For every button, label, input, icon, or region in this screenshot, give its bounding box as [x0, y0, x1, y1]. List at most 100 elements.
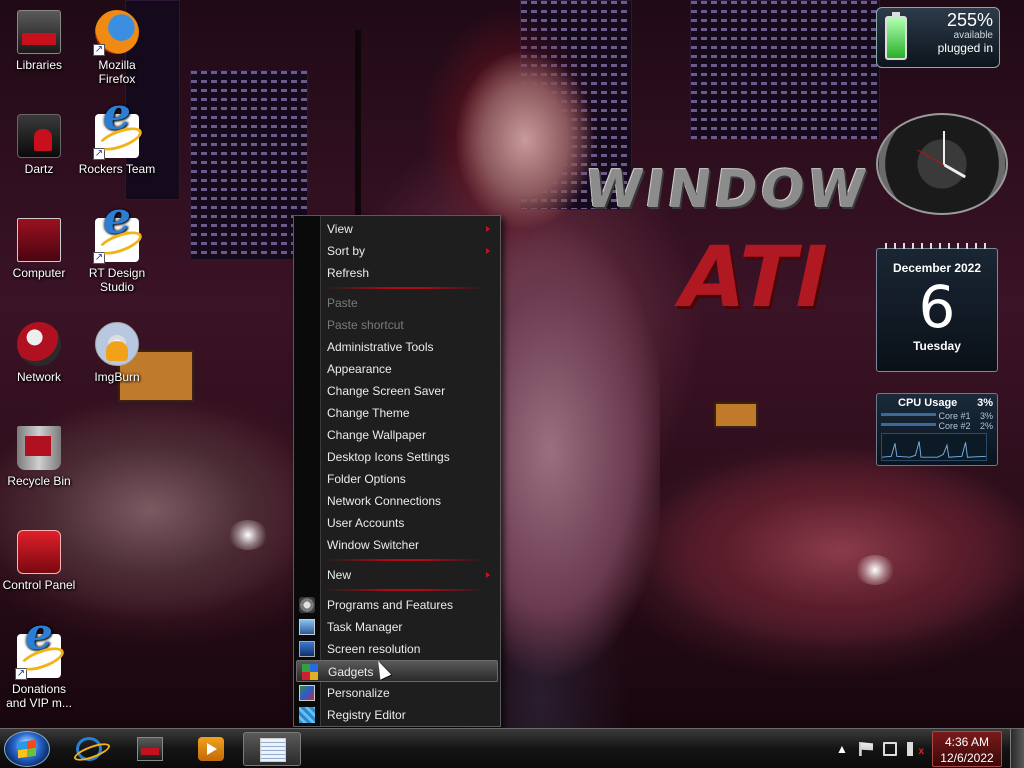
desktop-icon-network[interactable]: Network	[0, 322, 78, 384]
car-shape	[640, 440, 1024, 660]
recycle-bin-icon	[17, 426, 61, 470]
battery-status-plugged: plugged in	[937, 41, 993, 55]
desktop-icon-control-panel[interactable]: Control Panel	[0, 530, 78, 592]
menu-item-new[interactable]: New	[294, 564, 500, 586]
menu-item-task-manager[interactable]: Task Manager	[294, 616, 500, 638]
desktop-icon-firefox[interactable]: ↗ Mozilla Firefox	[78, 10, 156, 86]
network-icon	[17, 322, 61, 366]
desktop-icon-label: Libraries	[15, 58, 63, 72]
desktop-icon-rockers-team[interactable]: ↗ Rockers Team	[78, 108, 156, 176]
firefox-icon: ↗	[93, 10, 139, 56]
menu-item-view[interactable]: View	[294, 218, 500, 240]
desktop-icon-label: Network	[16, 370, 61, 384]
clock-minute-hand	[943, 131, 945, 165]
internet-explorer-icon: ↗	[93, 108, 139, 160]
libraries-icon	[137, 737, 163, 761]
submenu-arrow-icon	[486, 226, 490, 232]
desktop-icon-label: Donations and VIP m...	[6, 682, 72, 710]
start-button[interactable]	[4, 731, 50, 767]
wallpaper-logo-text: WINDOW	[580, 160, 873, 220]
cpu-usage-gadget[interactable]: CPU Usage 3% Core #1 3% Core #2 2%	[876, 393, 998, 466]
show-desktop-button[interactable]	[1010, 729, 1024, 768]
menu-item-label: New	[327, 568, 352, 582]
desktop-icon-label: Recycle Bin	[7, 474, 71, 488]
task-manager-icon	[299, 619, 315, 635]
menu-item-label: Registry Editor	[327, 708, 406, 722]
menu-item-label: Appearance	[327, 362, 392, 376]
desktop-icon-dartz[interactable]: Dartz	[0, 114, 78, 176]
menu-item-paste-shortcut: Paste shortcut	[294, 314, 500, 336]
dartz-icon	[17, 114, 61, 158]
desktop-icon-label: Mozilla Firefox	[98, 58, 136, 86]
desktop-icon-donations[interactable]: ↗ Donations and VIP m...	[0, 628, 78, 710]
taskbar-button-media-player[interactable]	[182, 732, 240, 766]
menu-item-refresh[interactable]: Refresh	[294, 262, 500, 284]
menu-item-appearance[interactable]: Appearance	[294, 358, 500, 380]
desktop-icon-libraries[interactable]: Libraries	[0, 10, 78, 72]
menu-item-label: User Accounts	[327, 516, 405, 530]
menu-item-label: Paste	[327, 296, 358, 310]
cpu-usage-header: CPU Usage 3%	[880, 397, 993, 409]
menu-item-desktop-icons-settings[interactable]: Desktop Icons Settings	[294, 446, 500, 468]
cpu-core1-label: Core #1	[938, 411, 971, 421]
menu-item-label: Paste shortcut	[327, 318, 404, 332]
taskbar-button-internet-explorer[interactable]	[60, 732, 118, 766]
internet-explorer-icon: ↗	[93, 212, 139, 264]
desktop-icon-label: ImgBurn	[94, 370, 140, 384]
menu-item-sort-by[interactable]: Sort by	[294, 240, 500, 262]
battery-gadget[interactable]: 255% available plugged in	[876, 7, 1000, 68]
desktop-icon-label: Dartz	[24, 162, 54, 176]
menu-item-programs-and-features[interactable]: Programs and Features	[294, 594, 500, 616]
menu-item-label: Administrative Tools	[327, 340, 434, 354]
taskbar-button-notepad[interactable]	[243, 732, 301, 766]
media-player-icon	[198, 737, 224, 761]
battery-icon	[885, 12, 907, 60]
menu-item-user-accounts[interactable]: User Accounts	[294, 512, 500, 534]
menu-item-gadgets[interactable]: Gadgets	[296, 660, 498, 682]
programs-features-icon	[299, 597, 315, 613]
desktop-context-menu: View Sort by Refresh Paste Paste shortcu…	[293, 215, 501, 727]
menu-item-folder-options[interactable]: Folder Options	[294, 468, 500, 490]
menu-item-registry-editor[interactable]: Registry Editor	[294, 704, 500, 726]
desktop-icon-computer[interactable]: Computer	[0, 218, 78, 280]
headlight-shape	[855, 555, 895, 585]
menu-item-network-connections[interactable]: Network Connections	[294, 490, 500, 512]
menu-item-label: Change Wallpaper	[327, 428, 426, 442]
desktop-icon-rt-design-studio[interactable]: ↗ RT Design Studio	[78, 212, 156, 294]
desktop-icon-recycle-bin[interactable]: Recycle Bin	[0, 426, 78, 488]
calendar-gadget[interactable]: December 2022 6 Tuesday	[876, 243, 998, 372]
clock-gadget[interactable]	[876, 113, 1008, 215]
taskbar-clock[interactable]: 4:36 AM 12/6/2022	[932, 731, 1002, 767]
menu-item-window-switcher[interactable]: Window Switcher	[294, 534, 500, 556]
volume-muted-icon[interactable]	[907, 742, 924, 759]
submenu-arrow-icon	[486, 248, 490, 254]
menu-item-change-screen-saver[interactable]: Change Screen Saver	[294, 380, 500, 402]
menu-item-administrative-tools[interactable]: Administrative Tools	[294, 336, 500, 358]
taskbar-button-libraries[interactable]	[121, 732, 179, 766]
menu-item-label: Task Manager	[327, 620, 403, 634]
action-center-flag-icon[interactable]	[859, 742, 873, 756]
cpu-core2-label: Core #2	[938, 421, 971, 431]
menu-item-change-theme[interactable]: Change Theme	[294, 402, 500, 424]
road-sign-shape	[714, 402, 758, 428]
desktop-icon-label: Control Panel	[2, 578, 76, 592]
desktop-icon-imgburn[interactable]: ImgBurn	[78, 322, 156, 384]
menu-item-label: Programs and Features	[327, 598, 454, 612]
network-tray-icon[interactable]	[883, 742, 897, 756]
computer-icon	[17, 218, 61, 262]
show-hidden-icons-button[interactable]: ▲	[835, 742, 849, 756]
menu-item-label: Gadgets	[328, 665, 374, 679]
control-panel-icon	[17, 530, 61, 574]
menu-item-screen-resolution[interactable]: Screen resolution	[294, 638, 500, 660]
menu-item-change-wallpaper[interactable]: Change Wallpaper	[294, 424, 500, 446]
desktop-icon-label: Computer	[12, 266, 66, 280]
menu-separator	[294, 284, 500, 292]
menu-item-personalize[interactable]: Personalize	[294, 682, 500, 704]
building-shape	[190, 70, 308, 260]
menu-item-label: Desktop Icons Settings	[327, 450, 450, 464]
taskbar-date: 12/6/2022	[940, 751, 994, 765]
clock-hour-hand	[943, 163, 967, 179]
palm-tree-shape	[355, 30, 361, 220]
internet-explorer-icon	[76, 737, 102, 761]
menu-item-label: Personalize	[327, 686, 390, 700]
